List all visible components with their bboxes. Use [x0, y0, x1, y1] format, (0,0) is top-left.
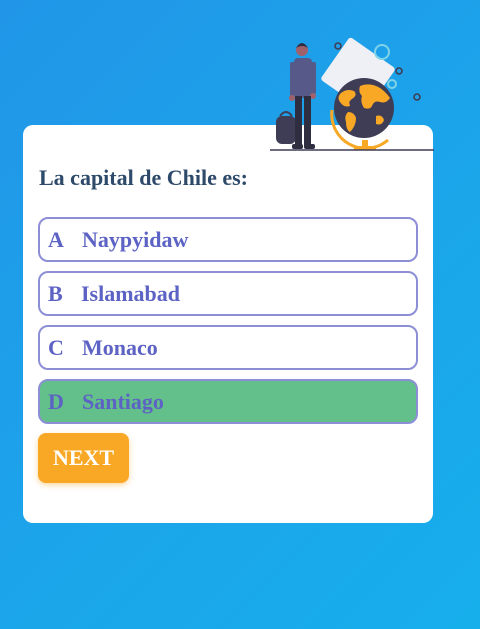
option-label: Monaco: [82, 334, 158, 360]
options-list: A Naypyidaw B Islamabad C Monaco D Santi…: [38, 217, 418, 433]
option-letter: C: [48, 334, 64, 360]
traveler-globe-illustration: [270, 37, 434, 151]
option-label: Islamabad: [81, 280, 181, 306]
option-label: Naypyidaw: [82, 226, 189, 252]
option-letter: D: [48, 388, 64, 414]
globe-icon: [330, 78, 394, 150]
option-label: Santiago: [82, 388, 164, 414]
option-d[interactable]: D Santiago: [38, 379, 418, 424]
quiz-card: La capital de Chile es: A Naypyidaw B Is…: [23, 125, 433, 523]
next-button[interactable]: NEXT: [38, 433, 129, 483]
option-c[interactable]: C Monaco: [38, 325, 418, 370]
question-text: La capital de Chile es:: [39, 165, 248, 190]
option-a[interactable]: A Naypyidaw: [38, 217, 418, 262]
option-b[interactable]: B Islamabad: [38, 271, 418, 316]
decor-ring-icon: [374, 44, 390, 60]
option-letter: A: [48, 226, 64, 252]
option-letter: B: [48, 280, 63, 306]
traveler-icon: [276, 43, 316, 149]
decor-dot-icon: [334, 42, 342, 50]
